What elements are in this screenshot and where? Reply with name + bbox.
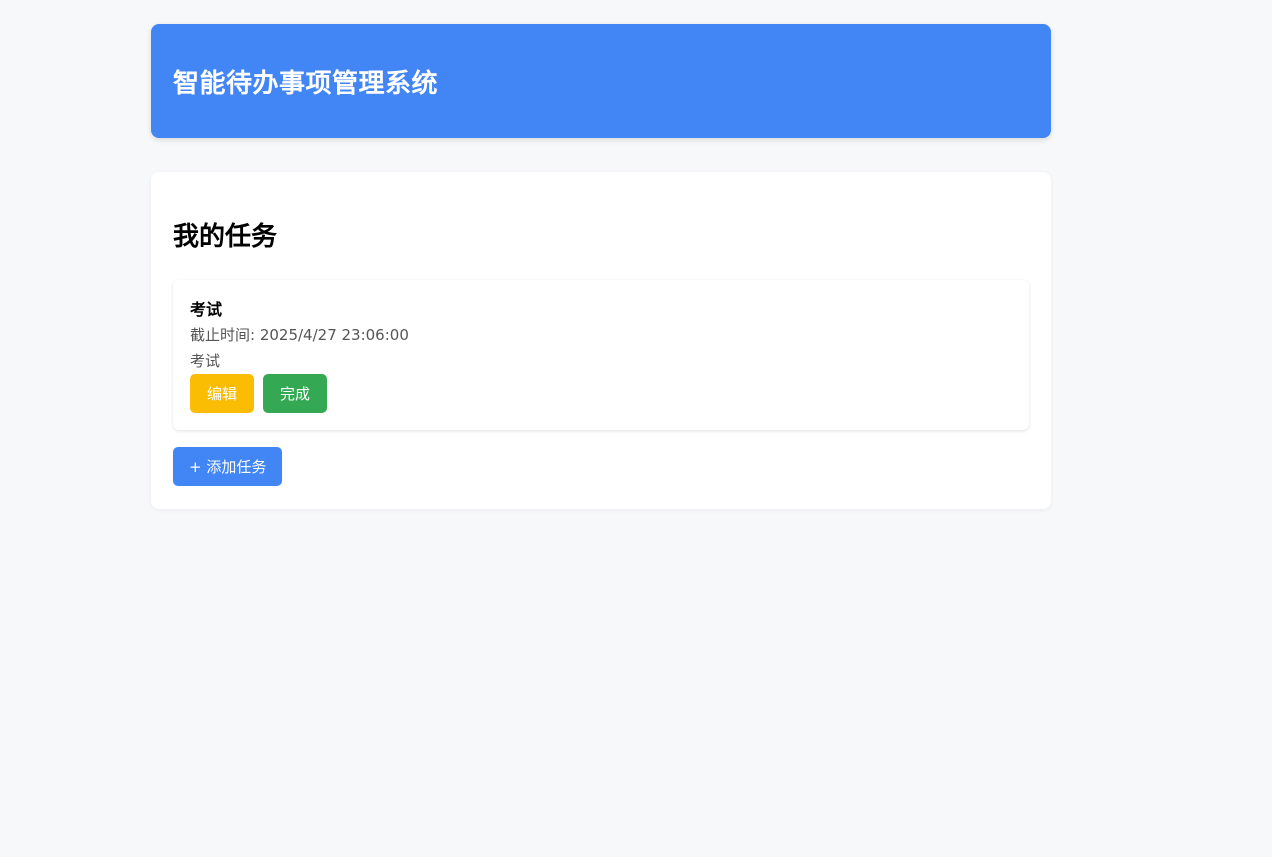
task-title: 考试 bbox=[190, 300, 223, 319]
app-title: 智能待办事项管理系统 bbox=[173, 68, 439, 99]
app-container: 智能待办事项管理系统 我的任务 考试 截止时间: 2025/4/27 23:06… bbox=[151, 24, 1051, 509]
task-due-date: 截止时间: 2025/4/27 23:06:00 bbox=[190, 326, 409, 344]
task-card: 考试 截止时间: 2025/4/27 23:06:00 考试 编辑 完成 bbox=[173, 280, 1029, 430]
add-task-button[interactable]: + 添加任务 bbox=[173, 447, 283, 486]
task-panel: 我的任务 考试 截止时间: 2025/4/27 23:06:00 考试 编辑 完… bbox=[151, 172, 1051, 509]
task-description: 考试 bbox=[190, 352, 221, 370]
app-header: 智能待办事项管理系统 bbox=[151, 24, 1051, 138]
task-actions: 编辑 完成 bbox=[190, 374, 1012, 413]
section-title: 我的任务 bbox=[173, 222, 278, 252]
edit-button[interactable]: 编辑 bbox=[190, 374, 255, 413]
complete-button[interactable]: 完成 bbox=[263, 374, 328, 413]
